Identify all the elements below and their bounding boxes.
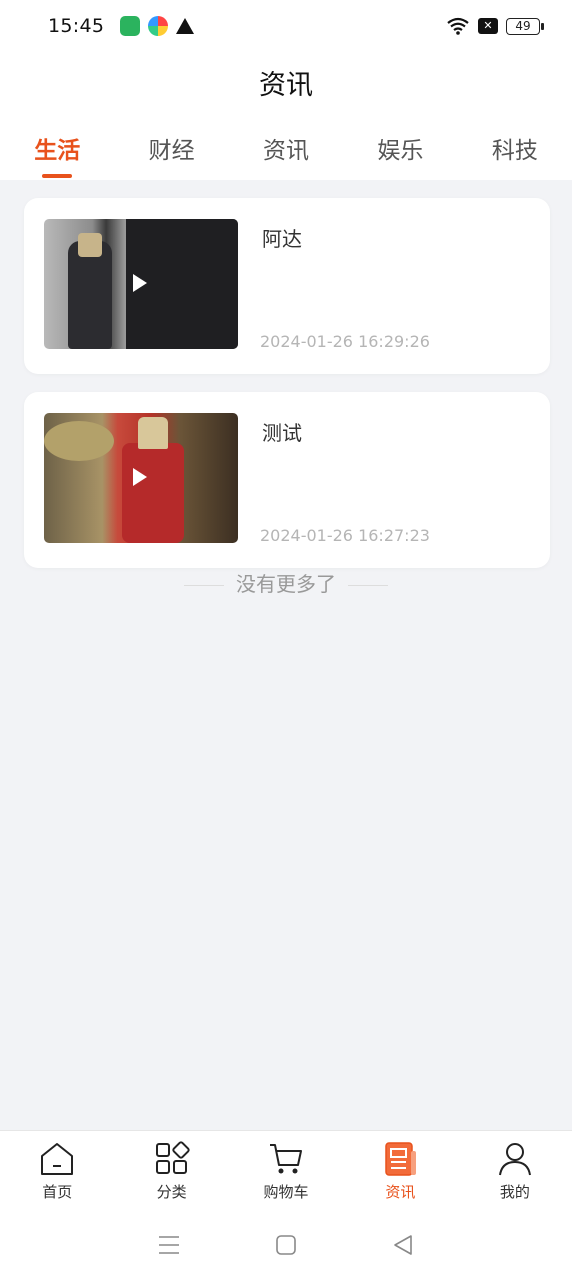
- nav-label: 资讯: [385, 1183, 416, 1201]
- category-icon: [155, 1141, 190, 1174]
- article-title: 阿达: [262, 227, 302, 251]
- article-info: 阿达 2024-01-26 16:29:26: [238, 219, 530, 353]
- article-list: 阿达 2024-01-26 16:29:26 测试 2024-01-26 16:…: [24, 198, 550, 586]
- article-title: 测试: [262, 421, 302, 445]
- bottom-nav: 首页 分类 购物车 资讯 我的: [0, 1130, 572, 1210]
- divider: [348, 585, 388, 586]
- divider: [184, 585, 224, 586]
- thumbnail-graphic: [78, 233, 102, 257]
- menu-icon[interactable]: [157, 1233, 181, 1257]
- tab-finance[interactable]: 财经: [114, 120, 228, 180]
- tab-entertainment[interactable]: 娱乐: [343, 120, 457, 180]
- news-icon: [385, 1142, 417, 1176]
- play-icon: [133, 274, 147, 292]
- warning-icon: [176, 18, 195, 34]
- app-screen: 15:45 ✕ 49 资讯 生活 财经 资讯 娱乐 科技 阿达 2024-01-…: [0, 0, 572, 1280]
- home-icon: [41, 1143, 74, 1175]
- nav-category[interactable]: 分类: [114, 1131, 228, 1210]
- status-bar: 15:45 ✕ 49: [0, 0, 572, 52]
- status-notification-icons: [120, 16, 195, 36]
- video-thumbnail[interactable]: [44, 219, 238, 349]
- tab-technology[interactable]: 科技: [458, 120, 572, 180]
- article-card[interactable]: 阿达 2024-01-26 16:29:26: [24, 198, 550, 374]
- article-time: 2024-01-26 16:27:23: [260, 526, 430, 545]
- video-thumbnail[interactable]: [44, 413, 238, 543]
- status-right-icons: ✕ 49: [446, 16, 544, 36]
- nav-label: 我的: [499, 1183, 530, 1201]
- list-end-indicator: 没有更多了: [0, 568, 572, 597]
- system-nav-bar: [0, 1210, 572, 1280]
- home-button-icon[interactable]: [274, 1233, 298, 1257]
- page-title: 资讯: [259, 70, 313, 101]
- back-icon[interactable]: [391, 1233, 415, 1257]
- thumbnail-graphic: [138, 417, 168, 449]
- nav-label: 分类: [156, 1183, 187, 1201]
- article-info: 测试 2024-01-26 16:27:23: [238, 413, 530, 547]
- status-time: 15:45: [48, 15, 105, 37]
- nav-news[interactable]: 资讯: [343, 1131, 457, 1210]
- article-card[interactable]: 测试 2024-01-26 16:27:23: [24, 392, 550, 568]
- nav-home[interactable]: 首页: [0, 1131, 114, 1210]
- thumbnail-graphic: [44, 421, 114, 461]
- thumbnail-graphic: [68, 241, 112, 349]
- list-end-text: 没有更多了: [236, 572, 336, 596]
- battery-icon: 49: [506, 17, 544, 35]
- profile-icon: [498, 1143, 531, 1176]
- app-notification-icon: [148, 16, 169, 36]
- category-tabs: 生活 财经 资讯 娱乐 科技: [0, 120, 572, 180]
- play-icon: [133, 468, 147, 486]
- article-time: 2024-01-26 16:29:26: [260, 332, 430, 351]
- nav-profile[interactable]: 我的: [458, 1131, 572, 1210]
- tab-news[interactable]: 资讯: [229, 120, 343, 180]
- nav-label: 购物车: [263, 1183, 309, 1201]
- cart-icon: [270, 1144, 303, 1174]
- tab-life[interactable]: 生活: [0, 120, 114, 180]
- app-notification-icon: [120, 16, 141, 36]
- no-sim-icon: ✕: [478, 18, 498, 34]
- nav-cart[interactable]: 购物车: [229, 1131, 343, 1210]
- thumbnail-graphic: [122, 443, 184, 543]
- nav-label: 首页: [42, 1183, 73, 1201]
- wifi-icon: [447, 17, 469, 35]
- page-header: 资讯: [0, 52, 572, 120]
